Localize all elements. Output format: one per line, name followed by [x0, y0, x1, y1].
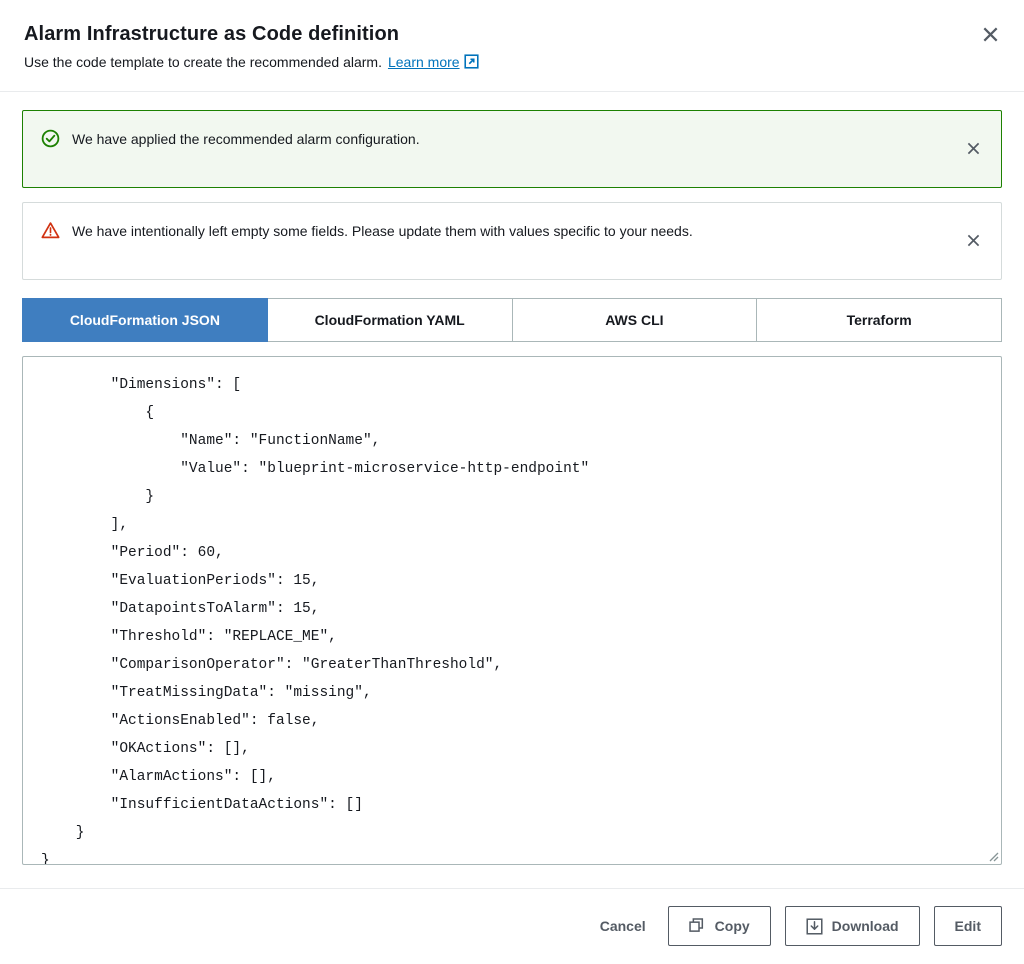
- external-link-icon: [464, 54, 479, 75]
- tab-cloudformation-json[interactable]: CloudFormation JSON: [22, 298, 268, 342]
- learn-more-link[interactable]: Learn more: [388, 54, 460, 70]
- page-title: Alarm Infrastructure as Code definition: [24, 22, 1000, 46]
- close-icon: [965, 140, 982, 157]
- copy-button-label: Copy: [715, 918, 750, 934]
- edit-button-label: Edit: [955, 918, 981, 934]
- download-icon: [806, 918, 823, 935]
- alarm-iac-definition-modal: Alarm Infrastructure as Code definition …: [0, 0, 1024, 964]
- status-success-icon: [41, 129, 60, 148]
- edit-button[interactable]: Edit: [934, 906, 1002, 946]
- cancel-button[interactable]: Cancel: [592, 908, 654, 944]
- modal-close-button[interactable]: [974, 18, 1006, 50]
- tab-aws-cli[interactable]: AWS CLI: [513, 298, 758, 342]
- success-alert-dismiss-button[interactable]: [959, 135, 987, 163]
- modal-header: Alarm Infrastructure as Code definition …: [0, 0, 1024, 92]
- warning-alert: We have intentionally left empty some fi…: [22, 202, 1002, 280]
- modal-body: We have applied the recommended alarm co…: [0, 92, 1024, 870]
- code-content[interactable]: "Dimensions": [ { "Name": "FunctionName"…: [23, 357, 1001, 865]
- download-button[interactable]: Download: [785, 906, 920, 946]
- warning-alert-message: We have intentionally left empty some fi…: [72, 220, 693, 241]
- download-button-label: Download: [832, 918, 899, 934]
- success-alert: We have applied the recommended alarm co…: [22, 110, 1002, 188]
- code-editor[interactable]: "Dimensions": [ { "Name": "FunctionName"…: [22, 356, 1002, 865]
- code-format-tabs: CloudFormation JSON CloudFormation YAML …: [22, 298, 1002, 342]
- resize-handle[interactable]: [985, 848, 999, 862]
- warning-alert-dismiss-button[interactable]: [959, 227, 987, 255]
- success-alert-message: We have applied the recommended alarm co…: [72, 128, 420, 149]
- close-icon: [981, 25, 1000, 44]
- close-icon: [965, 232, 982, 249]
- copy-icon: [689, 918, 706, 935]
- status-warning-icon: [41, 221, 60, 240]
- modal-subtitle-text: Use the code template to create the reco…: [24, 54, 382, 70]
- copy-button[interactable]: Copy: [668, 906, 771, 946]
- modal-footer: Cancel Copy Download Edit: [0, 888, 1024, 964]
- tab-cloudformation-yaml[interactable]: CloudFormation YAML: [268, 298, 513, 342]
- modal-subtitle: Use the code template to create the reco…: [24, 53, 1000, 75]
- tab-terraform[interactable]: Terraform: [757, 298, 1002, 342]
